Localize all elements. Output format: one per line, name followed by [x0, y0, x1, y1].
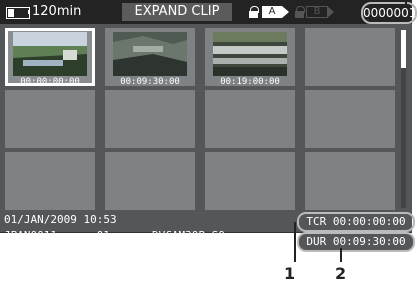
callout-number-2: 2 — [335, 264, 347, 283]
lock-body-slot-b — [295, 11, 304, 18]
scrollbar[interactable] — [401, 30, 406, 208]
empty-cell — [305, 152, 395, 210]
screen-title: EXPAND CLIP — [122, 3, 232, 21]
clip-name: JPAN0011 — [4, 229, 57, 242]
callout-leader-counter-tick — [405, 0, 407, 4]
empty-cell — [305, 90, 395, 148]
thumbnail-image — [213, 32, 287, 76]
date-time: 01/JAN/2009 10:53 — [4, 213, 117, 226]
media-slot-a: A — [262, 6, 282, 18]
empty-cell — [205, 90, 295, 148]
empty-cell — [5, 90, 95, 148]
status-bar: 120min EXPAND CLIP A B 0000001 — [0, 0, 417, 24]
battery-terminal — [28, 10, 30, 14]
battery-level — [8, 9, 14, 17]
thumbnail-cell[interactable]: 00:00:00:00 — [5, 28, 95, 87]
thumbnail-timecode: 00:09:30:00 — [120, 77, 180, 87]
lcd-screen: 120min EXPAND CLIP A B 0000001 00:00:00:… — [0, 0, 417, 242]
empty-cell — [105, 152, 195, 210]
slot-b-arrow-icon — [327, 6, 334, 18]
battery-icon — [6, 7, 30, 19]
slot-a-arrow-icon — [282, 6, 289, 18]
empty-cell — [105, 90, 195, 148]
battery-remaining: 120min — [32, 4, 82, 19]
thumbnail-grid: 00:00:00:00 00:09:30:00 00:19:00:00 — [5, 28, 395, 210]
thumbnail-timecode: 00:19:00:00 — [220, 77, 280, 87]
callout-leader-1 — [294, 222, 296, 262]
scrollbar-thumb[interactable] — [401, 30, 406, 68]
thumbnail-image — [113, 32, 187, 76]
media-slot-b: B — [306, 6, 328, 18]
empty-cell — [305, 28, 395, 86]
callout-leader-2 — [340, 248, 342, 262]
thumbnail-timecode: 00:00:00:00 — [20, 77, 80, 87]
tcr-readout: TCR 00:00:00:00 — [297, 212, 415, 232]
thumbnail-image — [13, 32, 87, 76]
empty-cell — [205, 152, 295, 210]
clip-suffix: _01 — [90, 229, 110, 242]
dur-readout: DUR 00:09:30:00 — [297, 232, 415, 252]
lock-body — [249, 11, 258, 18]
video-format: DVCAM30P SQ — [152, 229, 225, 242]
empty-cell — [5, 152, 95, 210]
clip-counter: 0000001 — [361, 2, 417, 24]
callout-number-1: 1 — [284, 264, 296, 283]
thumbnail-cell[interactable]: 00:09:30:00 — [105, 28, 195, 87]
thumbnail-cell[interactable]: 00:19:00:00 — [205, 28, 295, 87]
